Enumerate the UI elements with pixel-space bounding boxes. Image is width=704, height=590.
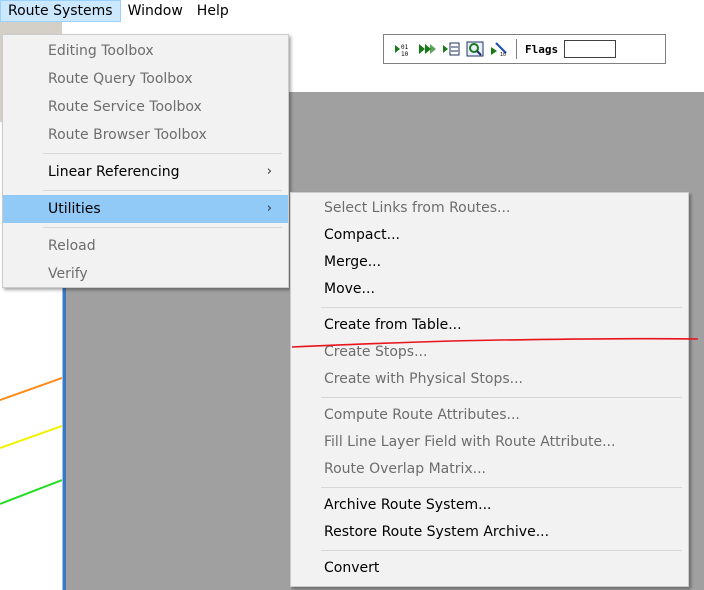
menu-item-route-overlap-matrix[interactable]: Route Overlap Matrix... bbox=[291, 456, 688, 483]
menu-item-utilities[interactable]: Utilities › bbox=[3, 195, 288, 223]
route-tool-5-icon[interactable]: 10 bbox=[490, 40, 508, 58]
svg-text:01: 01 bbox=[401, 44, 409, 51]
menu-separator bbox=[43, 227, 282, 228]
menu-item-label: Utilities bbox=[48, 201, 101, 217]
menu-item-select-links-from-routes[interactable]: Select Links from Routes... bbox=[291, 195, 688, 222]
map-line-yellow bbox=[0, 425, 62, 449]
menu-help[interactable]: Help bbox=[190, 0, 236, 22]
map-lines bbox=[0, 377, 62, 505]
menu-item-merge[interactable]: Merge... bbox=[291, 249, 688, 276]
utilities-submenu: Select Links from Routes... Compact... M… bbox=[290, 192, 689, 587]
route-systems-menu: Editing Toolbox Route Query Toolbox Rout… bbox=[2, 34, 289, 288]
route-tool-1-icon[interactable]: 01 10 bbox=[394, 40, 412, 58]
menu-item-compact[interactable]: Compact... bbox=[291, 222, 688, 249]
flags-input[interactable] bbox=[564, 40, 617, 58]
menu-item-route-service-toolbox[interactable]: Route Service Toolbox bbox=[3, 93, 288, 121]
menu-item-compute-route-attributes[interactable]: Compute Route Attributes... bbox=[291, 402, 688, 429]
menu-item-archive-route-system[interactable]: Archive Route System... bbox=[291, 492, 688, 519]
menu-item-create-with-physical-stops[interactable]: Create with Physical Stops... bbox=[291, 366, 688, 393]
route-toolbar: 01 10 10 Flags bbox=[383, 34, 666, 64]
menu-separator bbox=[321, 397, 682, 398]
menu-item-convert[interactable]: Convert bbox=[291, 555, 688, 582]
menu-item-reload[interactable]: Reload bbox=[3, 232, 288, 260]
menu-item-verify[interactable]: Verify bbox=[3, 260, 288, 288]
map-line-orange bbox=[0, 377, 62, 401]
menu-route-systems[interactable]: Route Systems bbox=[0, 0, 121, 22]
menu-separator bbox=[43, 153, 282, 154]
svg-text:10: 10 bbox=[401, 51, 409, 57]
menu-item-move[interactable]: Move... bbox=[291, 276, 688, 303]
menu-item-editing-toolbox[interactable]: Editing Toolbox bbox=[3, 37, 288, 65]
menu-separator bbox=[321, 307, 682, 308]
route-tool-3-icon[interactable] bbox=[442, 40, 460, 58]
menu-separator bbox=[321, 550, 682, 551]
chevron-right-icon: › bbox=[266, 201, 272, 216]
route-tool-2-icon[interactable] bbox=[418, 40, 436, 58]
menu-bar: Route Systems Window Help bbox=[0, 0, 704, 22]
menu-item-create-stops[interactable]: Create Stops... bbox=[291, 339, 688, 366]
menu-separator bbox=[43, 190, 282, 191]
route-search-icon[interactable] bbox=[466, 40, 484, 58]
menu-item-fill-line-layer-field[interactable]: Fill Line Layer Field with Route Attribu… bbox=[291, 429, 688, 456]
flags-label: Flags bbox=[525, 42, 559, 56]
menu-window[interactable]: Window bbox=[121, 0, 190, 22]
menu-item-route-browser-toolbox[interactable]: Route Browser Toolbox bbox=[3, 121, 288, 149]
menu-item-route-query-toolbox[interactable]: Route Query Toolbox bbox=[3, 65, 288, 93]
map-line-green bbox=[0, 479, 62, 505]
menu-item-linear-referencing[interactable]: Linear Referencing › bbox=[3, 158, 288, 186]
menu-item-restore-route-system-archive[interactable]: Restore Route System Archive... bbox=[291, 519, 688, 546]
menu-item-label: Linear Referencing bbox=[48, 164, 180, 180]
menu-item-create-from-table[interactable]: Create from Table... bbox=[291, 312, 688, 339]
menu-separator bbox=[321, 487, 682, 488]
toolbar-separator bbox=[516, 39, 517, 59]
svg-text:10: 10 bbox=[500, 52, 506, 57]
chevron-right-icon: › bbox=[266, 164, 272, 179]
